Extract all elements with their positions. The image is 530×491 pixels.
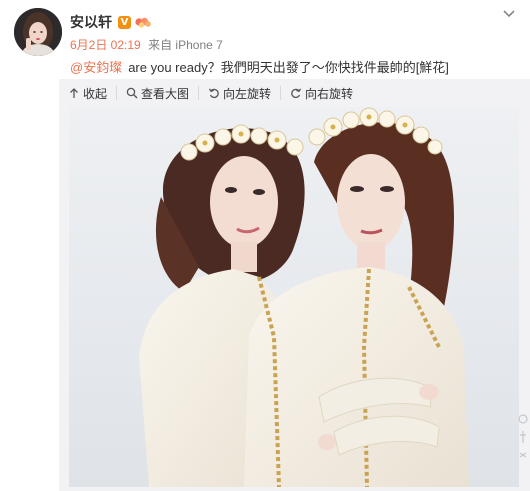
avatar[interactable] — [14, 8, 62, 56]
post-header: 安以轩 V — [70, 12, 151, 32]
source-device: iPhone 7 — [175, 38, 223, 52]
post-photo[interactable] — [69, 107, 519, 487]
collapse-up-icon — [68, 87, 80, 99]
media-panel: 收起 查看大图 向左旋转 向右旋转 — [59, 79, 530, 491]
post-body: are you ready？我們明天出發了～你快找件最帥的[鮮花] — [128, 60, 449, 75]
weibo-post: 安以轩 V 6月2日 02:19 来自 iPhone 7 @安鈞璨 are you… — [0, 0, 530, 491]
magnifier-icon — [126, 87, 138, 99]
username[interactable]: 安以轩 — [70, 12, 112, 32]
rotate-left-button[interactable]: 向左旋转 — [198, 86, 280, 101]
verified-badge-icon: V — [118, 15, 131, 29]
rotate-left-icon — [208, 87, 220, 99]
post-meta: 6月2日 02:19 来自 iPhone 7 — [70, 36, 223, 53]
watermark — [518, 413, 528, 477]
rotate-right-button[interactable]: 向右旋转 — [280, 86, 362, 101]
collapse-label: 收起 — [83, 86, 108, 101]
chevron-down-icon[interactable] — [502, 6, 516, 18]
view-large-label: 查看大图 — [141, 86, 190, 101]
rotate-right-icon — [290, 87, 302, 99]
rotate-left-label: 向左旋转 — [223, 86, 272, 101]
view-large-button[interactable]: 查看大图 — [116, 86, 198, 101]
post-text: @安鈞璨 are you ready？我們明天出發了～你快找件最帥的[鮮花] — [70, 57, 449, 76]
media-toolbar: 收起 查看大图 向左旋转 向右旋转 — [59, 82, 362, 104]
rotate-right-label: 向右旋转 — [305, 86, 354, 101]
post-timestamp[interactable]: 6月2日 02:19 — [70, 38, 141, 52]
collapse-button[interactable]: 收起 — [59, 86, 116, 101]
source-prefix: 来自 — [148, 38, 173, 52]
mention-link[interactable]: @安鈞璨 — [70, 60, 122, 75]
member-crown-icon — [135, 16, 151, 29]
